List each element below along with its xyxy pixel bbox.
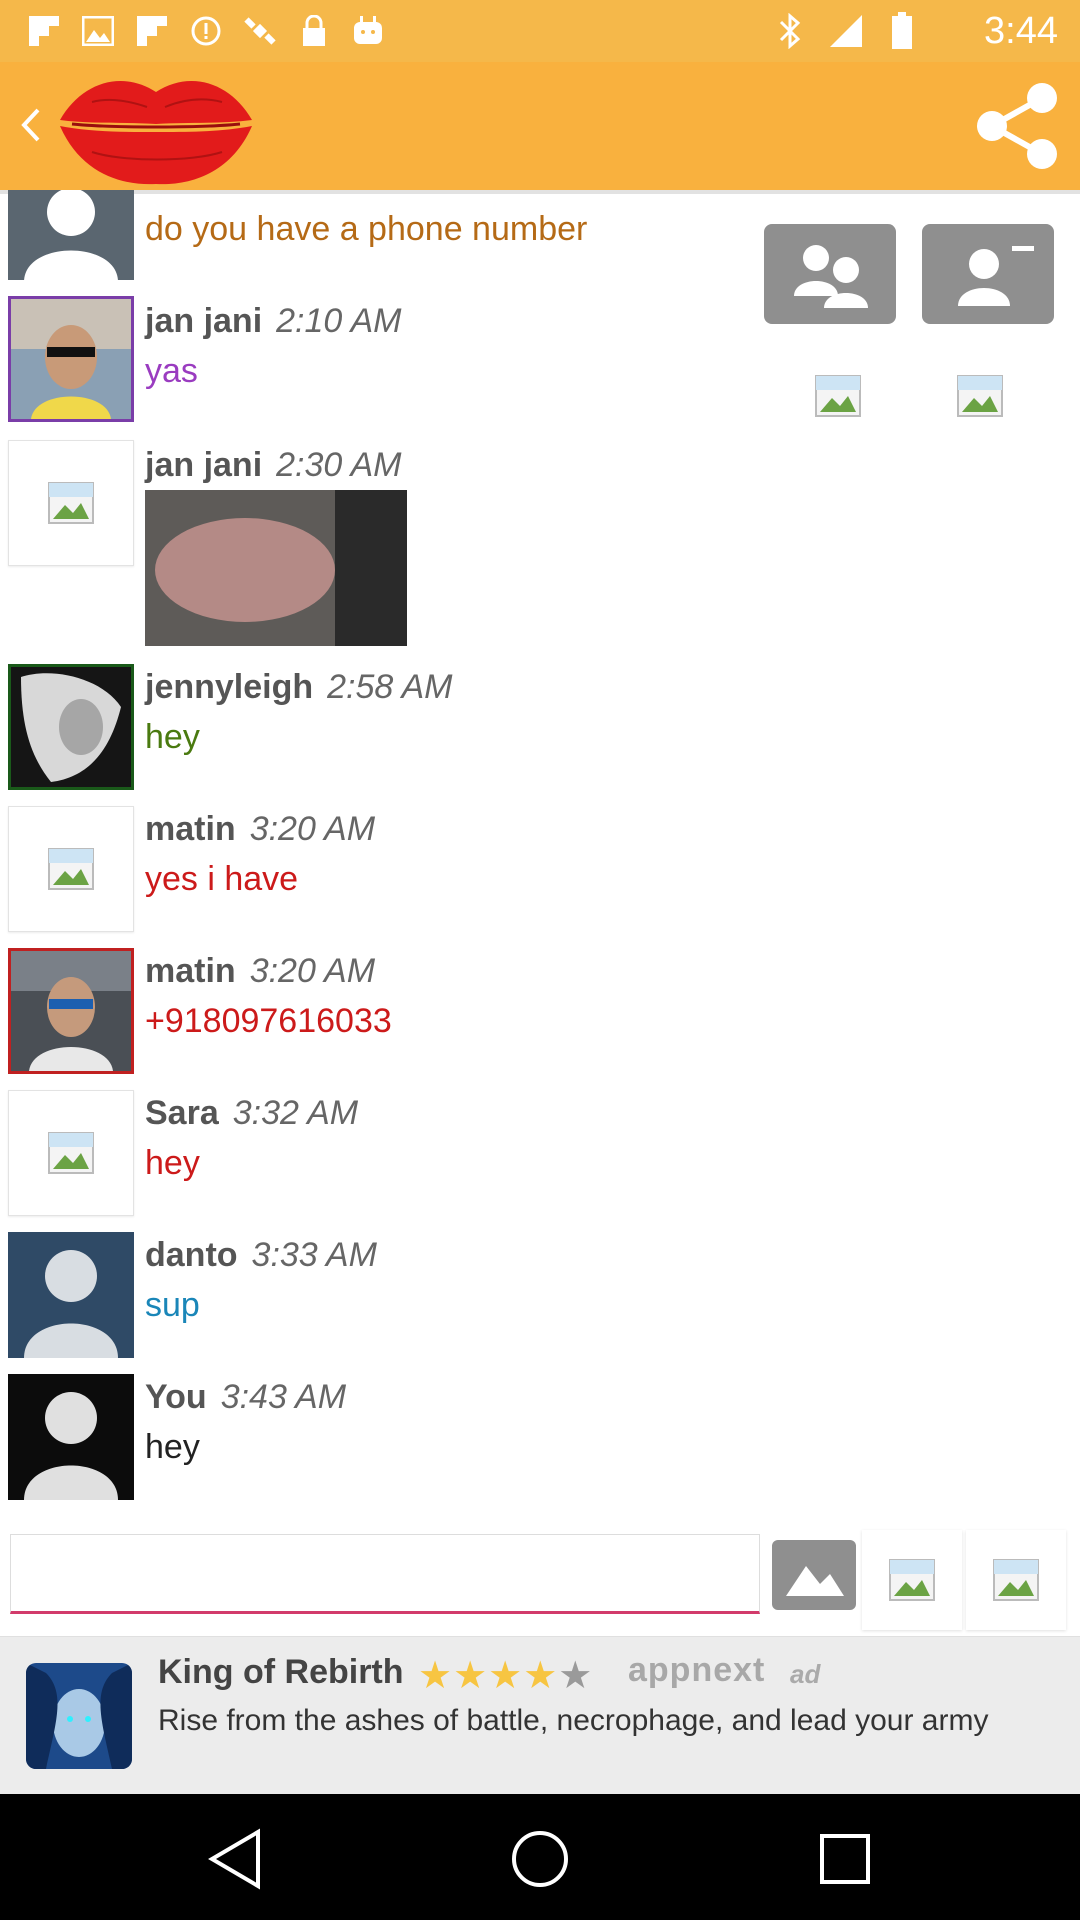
avatar[interactable] bbox=[8, 664, 134, 790]
message-time: 2:10 AM bbox=[276, 302, 402, 340]
broken-image-icon bbox=[815, 375, 861, 417]
message-time: 3:20 AM bbox=[249, 810, 376, 848]
message-text[interactable]: +918097616033 bbox=[145, 1002, 392, 1041]
app-bar bbox=[0, 62, 1080, 190]
avatar[interactable] bbox=[8, 948, 134, 1074]
sender-name: jan jani 2:10 AM bbox=[145, 302, 402, 340]
broken-image-icon bbox=[889, 1559, 935, 1601]
ad-brand: appnext bbox=[628, 1651, 766, 1689]
android-icon bbox=[350, 12, 386, 50]
nav-home-icon[interactable] bbox=[505, 1824, 575, 1894]
status-time: 3:44 bbox=[984, 10, 1058, 52]
lips-logo bbox=[52, 62, 260, 190]
avatar[interactable] bbox=[8, 806, 134, 932]
message-time: 2:30 AM bbox=[276, 446, 402, 484]
status-bar: 3:44 bbox=[0, 0, 1080, 62]
signal-icon bbox=[828, 12, 864, 50]
avatar[interactable] bbox=[8, 296, 134, 422]
default-avatar-icon bbox=[24, 1392, 118, 1500]
sender-name: jennyleigh 2:58 AM bbox=[145, 668, 453, 706]
back-arrow-icon[interactable] bbox=[10, 100, 50, 150]
sender-name: danto 3:33 AM bbox=[145, 1236, 377, 1274]
message-text: do you have a phone number bbox=[145, 210, 588, 248]
sender-name: jan jani 2:30 AM bbox=[145, 446, 402, 484]
avatar[interactable] bbox=[8, 1090, 134, 1216]
send-button[interactable] bbox=[966, 1530, 1066, 1630]
info-icon bbox=[188, 12, 224, 50]
navigation-bar bbox=[0, 1794, 1080, 1920]
ad-banner[interactable]: King of Rebirth ★★★★★ appnext ad Rise fr… bbox=[0, 1636, 1080, 1794]
default-avatar-icon bbox=[24, 1250, 118, 1358]
satellite-icon bbox=[242, 12, 278, 50]
message-time: 3:33 AM bbox=[251, 1236, 377, 1274]
avatar[interactable] bbox=[8, 1232, 134, 1358]
sticker-button[interactable] bbox=[862, 1530, 962, 1630]
message-time: 3:43 AM bbox=[220, 1378, 347, 1416]
message-text: sup bbox=[145, 1286, 200, 1324]
user-photo bbox=[11, 299, 131, 419]
message-time: 2:58 AM bbox=[327, 668, 453, 706]
message-time: 3:32 AM bbox=[232, 1094, 359, 1132]
lock-icon bbox=[296, 12, 332, 50]
message-image[interactable] bbox=[145, 490, 407, 646]
group-users-icon bbox=[794, 245, 868, 308]
image-icon bbox=[786, 1566, 844, 1596]
ad-title: King of Rebirth bbox=[158, 1653, 404, 1691]
sender-name: matin 3:20 AM bbox=[145, 952, 376, 990]
broken-image-icon bbox=[48, 1132, 94, 1174]
sender-name: Sara 3:32 AM bbox=[145, 1094, 359, 1132]
remove-user-button[interactable] bbox=[922, 224, 1054, 324]
ad-app-icon[interactable] bbox=[26, 1663, 132, 1769]
ad-description: Rise from the ashes of battle, necrophag… bbox=[158, 1704, 989, 1737]
avatar[interactable] bbox=[8, 440, 134, 566]
battery-icon bbox=[884, 12, 920, 50]
broken-image-icon bbox=[48, 848, 94, 890]
ad-tag: ad bbox=[790, 1659, 821, 1689]
app-bar-divider bbox=[0, 190, 1080, 194]
broken-image-icon bbox=[993, 1559, 1039, 1601]
avatar[interactable] bbox=[8, 190, 134, 280]
bluetooth-icon bbox=[772, 12, 808, 50]
user-photo bbox=[11, 667, 131, 787]
broken-image-icon bbox=[48, 482, 94, 524]
message-time: 3:20 AM bbox=[249, 952, 376, 990]
ad-rating-stars: ★★★★★ bbox=[418, 1655, 594, 1697]
sender-name: matin 3:20 AM bbox=[145, 810, 376, 848]
nav-back-icon[interactable] bbox=[200, 1824, 270, 1894]
message-composer bbox=[0, 1520, 1080, 1630]
attach-image-button[interactable] bbox=[772, 1540, 856, 1610]
broken-image-icon bbox=[957, 375, 1003, 417]
flipboard-icon bbox=[26, 12, 62, 50]
message-text: hey bbox=[145, 1428, 200, 1466]
nav-recents-icon[interactable] bbox=[810, 1824, 880, 1894]
sender-name: You 3:43 AM bbox=[145, 1378, 347, 1416]
remove-user-icon bbox=[958, 246, 1034, 306]
message-text: yes i have bbox=[145, 860, 299, 898]
message-text: hey bbox=[145, 1144, 200, 1182]
share-icon[interactable] bbox=[972, 80, 1062, 172]
message-text: hey bbox=[145, 718, 200, 756]
flipboard-icon bbox=[134, 12, 170, 50]
default-avatar-icon bbox=[24, 190, 118, 280]
image-icon bbox=[80, 12, 116, 50]
group-users-button[interactable] bbox=[764, 224, 896, 324]
message-text: yas bbox=[145, 352, 198, 390]
user-photo bbox=[11, 951, 131, 1071]
message-input[interactable] bbox=[10, 1534, 760, 1614]
avatar[interactable] bbox=[8, 1374, 134, 1500]
